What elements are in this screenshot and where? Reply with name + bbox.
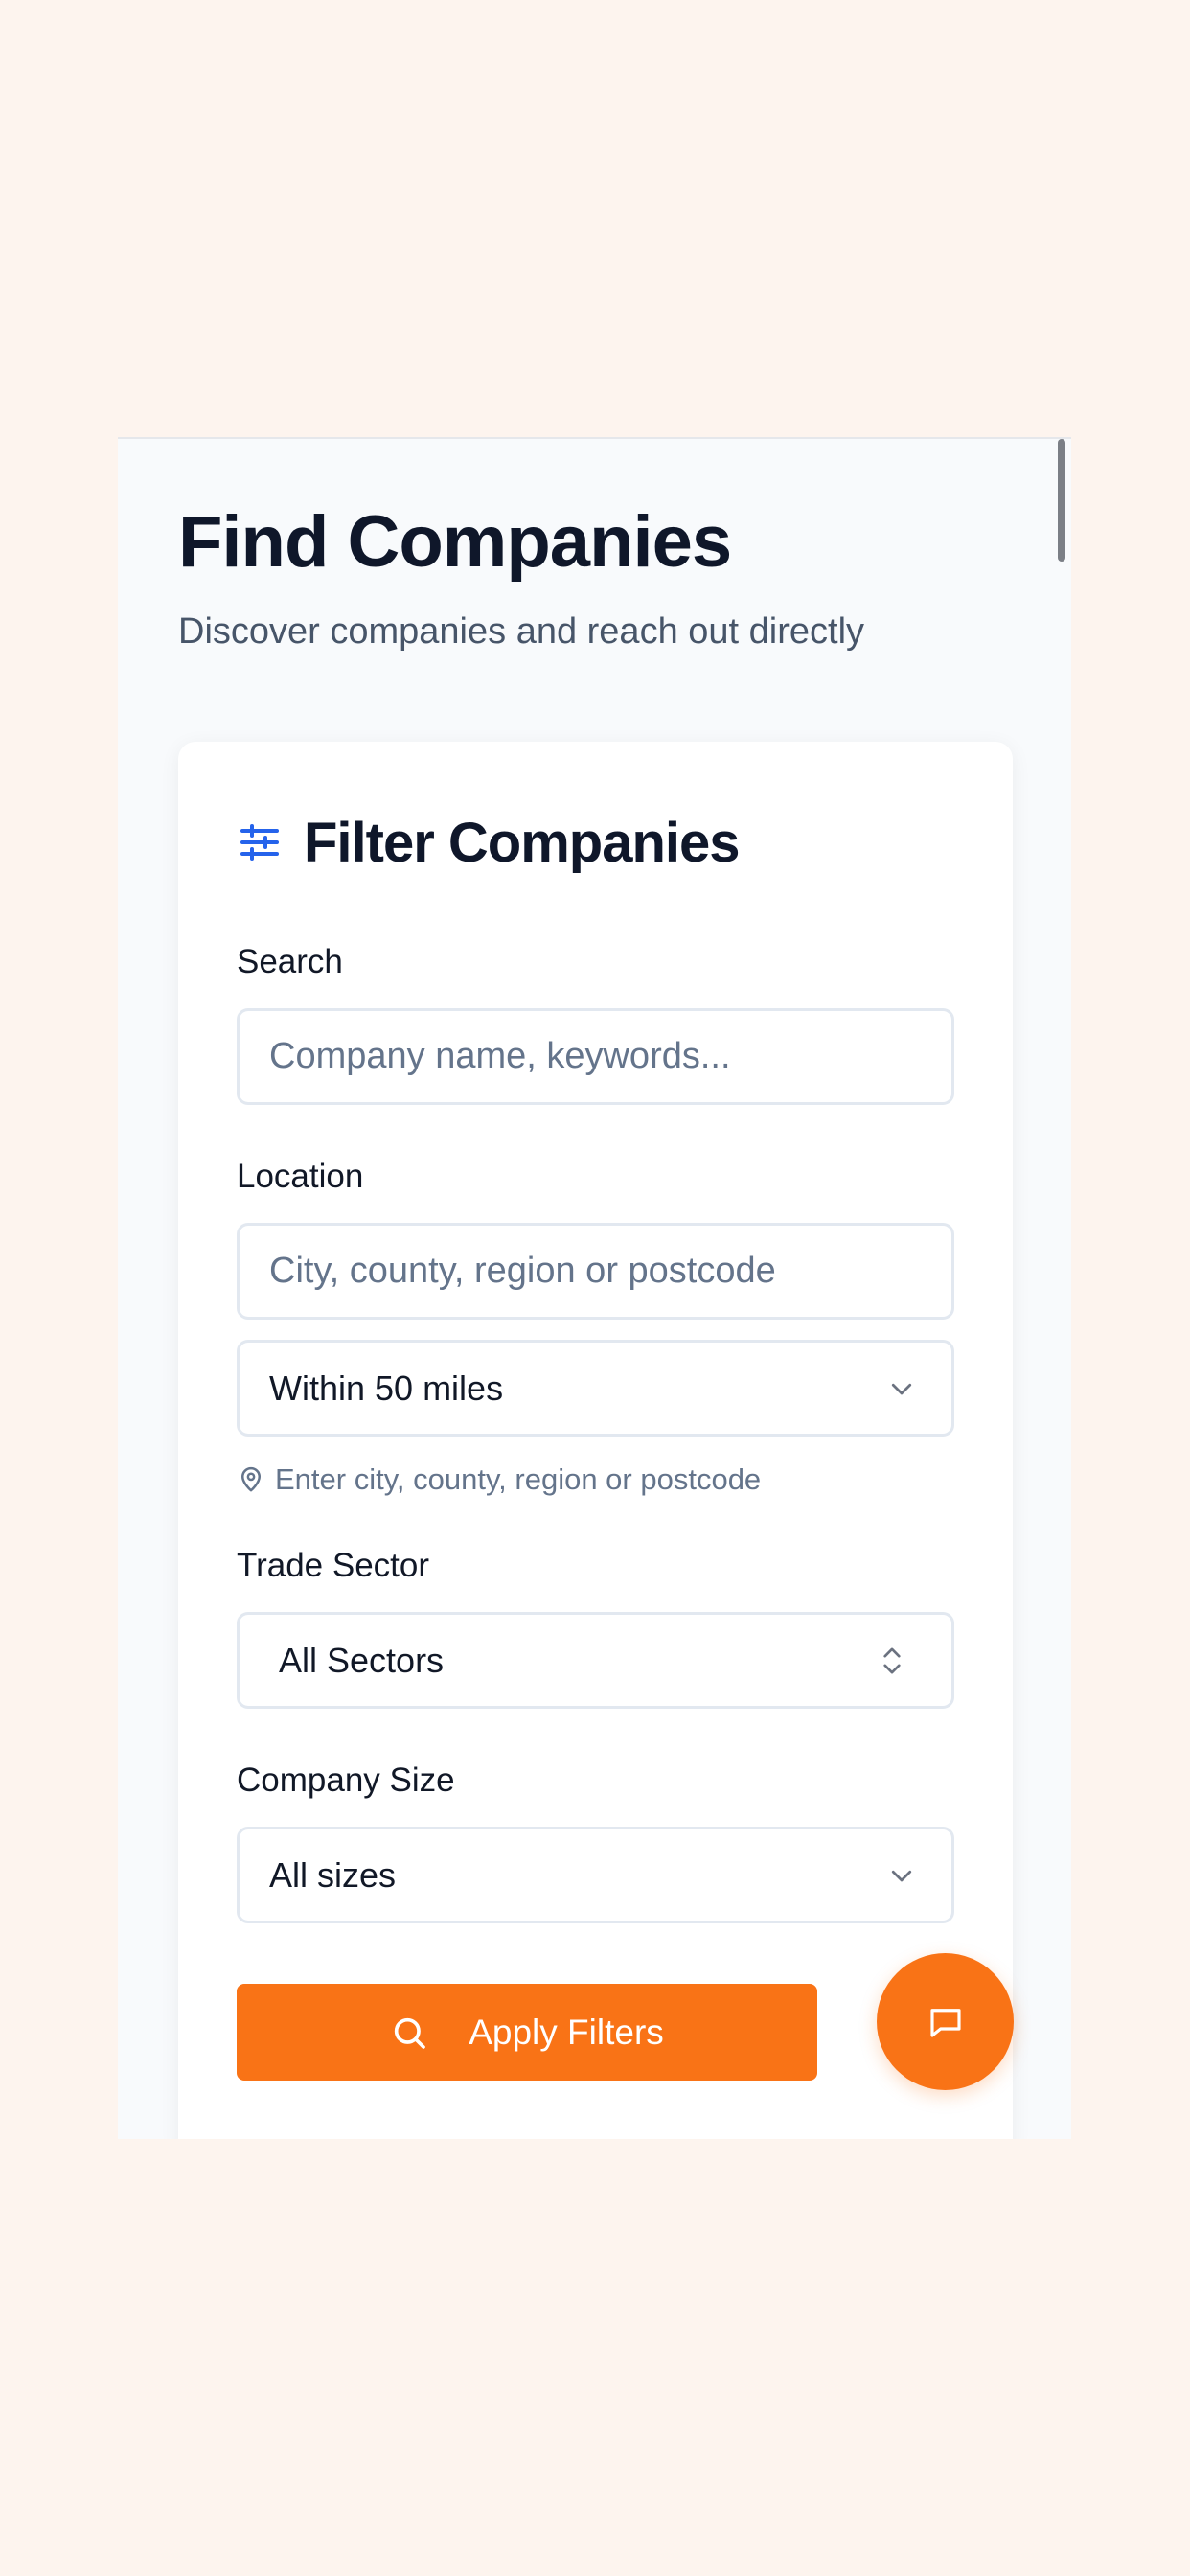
chevron-up-down-icon [876, 1644, 908, 1677]
trade-sector-select-value: All Sectors [279, 1640, 445, 1680]
radius-select[interactable]: Within 50 miles [237, 1340, 954, 1437]
app-viewport: Find Companies Discover companies and re… [118, 437, 1071, 2139]
trade-sector-select[interactable]: All Sectors [237, 1612, 954, 1709]
location-label: Location [237, 1158, 364, 1195]
chevron-down-icon [885, 1859, 918, 1892]
chat-bubble-icon [926, 2002, 966, 2042]
apply-filters-label: Apply Filters [469, 2012, 664, 2052]
filter-card-title: Filter Companies [304, 811, 741, 874]
map-pin-icon [237, 1465, 265, 1494]
location-helper: Enter city, county, region or postcode [237, 1462, 761, 1497]
search-label: Search [237, 943, 343, 980]
apply-filters-button[interactable]: Apply Filters [237, 1984, 817, 2081]
trade-sector-label: Trade Sector [237, 1547, 430, 1584]
chevron-down-icon [885, 1372, 918, 1405]
company-size-label: Company Size [237, 1761, 455, 1799]
radius-select-value: Within 50 miles [269, 1368, 504, 1408]
sliders-icon [237, 819, 283, 865]
location-field[interactable] [237, 1223, 954, 1320]
filter-card: Filter Companies Search Location Within … [178, 742, 1013, 2139]
chat-button[interactable] [877, 1953, 1014, 2090]
location-helper-text: Enter city, county, region or postcode [275, 1462, 762, 1496]
search-field[interactable] [237, 1008, 954, 1105]
company-size-select-value: All sizes [269, 1854, 397, 1895]
page-title: Find Companies [178, 501, 732, 583]
search-icon [390, 2013, 428, 2052]
filter-card-header: Filter Companies [237, 809, 741, 876]
scrollbar[interactable] [1058, 439, 1065, 562]
page-subtitle: Discover companies and reach out directl… [178, 611, 865, 652]
company-size-select[interactable]: All sizes [237, 1827, 954, 1923]
search-input[interactable] [269, 1036, 922, 1077]
location-input[interactable] [269, 1251, 922, 1292]
